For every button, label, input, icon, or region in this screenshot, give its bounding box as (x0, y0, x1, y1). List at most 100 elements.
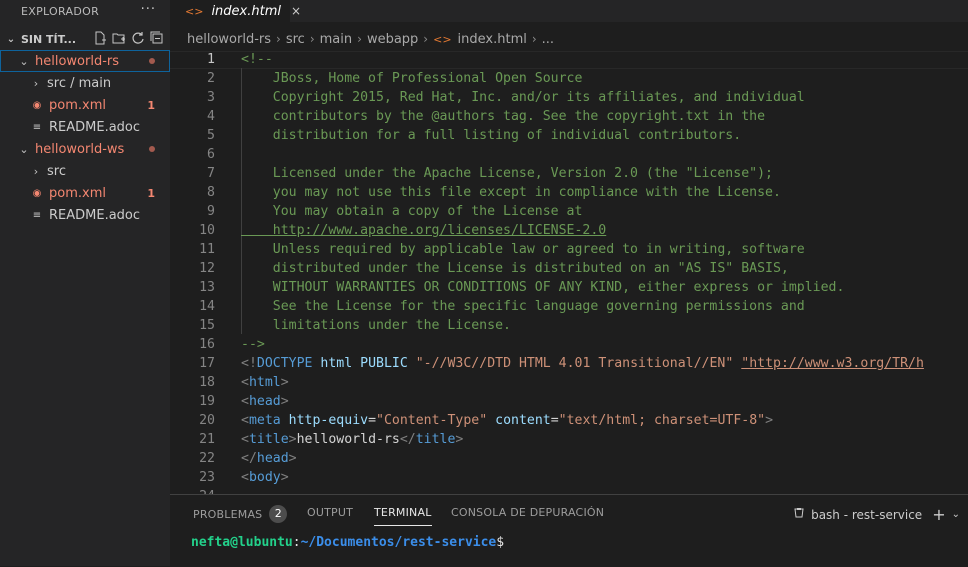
code-line: 23 <body> (170, 468, 968, 487)
html-file-icon: <> (433, 32, 452, 46)
close-icon[interactable]: × (291, 4, 301, 18)
code-text: --> (241, 337, 265, 352)
new-terminal-icon[interactable]: + (932, 505, 945, 524)
tree-file-pom-xml[interactable]: ◉ pom.xml 1 (0, 182, 170, 204)
line-number: 21 (199, 432, 215, 447)
code-editor[interactable]: 1 <!-- 2 JBoss, Home of Professional Open … (170, 50, 968, 494)
code-line: 18 <html> (170, 373, 968, 392)
line-number: 4 (207, 109, 215, 124)
breadcrumb-item[interactable]: webapp (367, 32, 418, 47)
chevron-right-icon: › (276, 32, 281, 46)
prompt-path: ~/Documentos/rest-service (300, 535, 497, 550)
bottom-panel: PROBLEMAS 2 OUTPUT TERMINAL CONSOLA DE DE… (170, 494, 968, 567)
collapse-all-icon[interactable] (150, 31, 164, 45)
error-count-badge: 1 (147, 186, 155, 200)
code-text: <head> (241, 394, 289, 409)
tab-index-html[interactable]: <> index.html × (170, 0, 301, 22)
new-file-icon[interactable] (93, 31, 107, 45)
code-line: 3 Copyright 2015, Red Hat, Inc. and/or i… (170, 88, 968, 107)
terminal-selector[interactable]: bash - rest-service (811, 508, 922, 522)
code-line: 8 you may not use this file except in co… (170, 183, 968, 202)
explorer-actions (93, 31, 164, 45)
chevron-down-icon: ⌄ (6, 33, 16, 45)
html-file-icon: <> (185, 4, 204, 18)
tab-output[interactable]: OUTPUT (307, 506, 353, 519)
code-line: 15 limitations under the License. (170, 316, 968, 335)
breadcrumb-item[interactable]: helloworld-rs (187, 32, 271, 47)
tree-item-label: README.adoc (49, 207, 141, 223)
panel-tabs: PROBLEMAS 2 OUTPUT TERMINAL CONSOLA DE DE… (170, 495, 968, 530)
code-text: Licensed under the Apache License, Versi… (241, 166, 773, 181)
tree-file-readme[interactable]: ≡ README.adoc (0, 116, 170, 138)
chevron-right-icon: › (357, 32, 362, 46)
line-number: 16 (199, 337, 215, 352)
code-text: WITHOUT WARRANTIES OR CONDITIONS OF ANY … (241, 280, 845, 295)
code-line: 2 JBoss, Home of Professional Open Sourc… (170, 69, 968, 88)
tree-folder-src-main[interactable]: › src / main (0, 72, 170, 94)
line-number: 24 (170, 487, 215, 494)
prompt-user: nefta@lubuntu (191, 535, 293, 550)
code-line: 13 WITHOUT WARRANTIES OR CONDITIONS OF A… (170, 278, 968, 297)
line-number: 17 (199, 356, 215, 371)
chevron-right-icon: › (423, 32, 429, 46)
tree-item-label: helloworld-rs (35, 53, 120, 69)
explorer-sidebar: EXPLORADOR ··· ⌄ SIN TÍT... ⌄ helloworld… (0, 0, 170, 566)
code-line: 21 <title>helloworld-rs</title> (170, 430, 968, 449)
tree-item-label: pom.xml (49, 97, 106, 113)
tree-file-readme[interactable]: ≡ README.adoc (0, 204, 170, 226)
terminal-prompt[interactable]: nefta@lubuntu:~/Documentos/rest-service$ (191, 535, 504, 550)
code-text: limitations under the License. (241, 318, 511, 333)
new-folder-icon[interactable] (112, 31, 126, 45)
code-text: You may obtain a copy of the License at (241, 204, 583, 219)
code-line: 14 See the License for the specific lang… (170, 297, 968, 316)
code-line: 24 (170, 487, 968, 494)
code-text: <meta http-equiv="Content-Type" content=… (241, 413, 774, 428)
line-number: 9 (207, 204, 215, 219)
code-text: Unless required by applicable law or agr… (241, 242, 805, 257)
code-line: 11 Unless required by applicable law or … (170, 240, 968, 259)
code-text: <title>helloworld-rs</title> (241, 432, 464, 447)
code-text: http://www.apache.org/licenses/LICENSE-2… (241, 223, 607, 238)
refresh-icon[interactable] (131, 31, 145, 45)
line-number: 2 (207, 71, 215, 86)
tab-terminal[interactable]: TERMINAL (374, 506, 432, 526)
breadcrumb-item[interactable]: ... (542, 32, 554, 47)
code-line: 16 --> (170, 335, 968, 354)
tab-problems[interactable]: PROBLEMAS 2 (193, 505, 288, 524)
code-text: </head> (241, 451, 297, 466)
tree-file-pom-xml[interactable]: ◉ pom.xml 1 (0, 94, 170, 116)
code-line: 17 <!DOCTYPE html PUBLIC "-//W3C//DTD HTM… (170, 354, 968, 373)
code-line: 10 http://www.apache.org/licenses/LICENS… (170, 221, 968, 240)
problems-count-badge: 2 (269, 505, 288, 523)
code-line: 9 You may obtain a copy of the License a… (170, 202, 968, 221)
breadcrumb-item[interactable]: main (320, 32, 352, 47)
chevron-down-icon[interactable]: ⌄ (952, 509, 960, 520)
breadcrumb-item[interactable]: src (286, 32, 305, 47)
code-line: 20 <meta http-equiv="Content-Type" conten… (170, 411, 968, 430)
line-number: 19 (199, 394, 215, 409)
tree-folder-helloworld-ws[interactable]: ⌄ helloworld-ws (0, 138, 170, 160)
code-line: 7 Licensed under the Apache License, Ver… (170, 164, 968, 183)
xml-file-icon: ◉ (32, 187, 42, 199)
breadcrumb: helloworld-rs › src › main › webapp › <>… (170, 28, 968, 50)
chevron-right-icon: › (33, 76, 39, 90)
tree-folder-helloworld-rs[interactable]: ⌄ helloworld-rs (0, 50, 170, 72)
code-text: you may not use this file except in comp… (241, 185, 781, 200)
code-line: 22 </head> (170, 449, 968, 468)
explorer-header: EXPLORADOR ··· (0, 0, 170, 22)
line-number: 22 (199, 451, 215, 466)
tab-debug-console[interactable]: CONSOLA DE DEPURACIÓN (451, 506, 604, 519)
line-number: 14 (199, 299, 215, 314)
tree-folder-src[interactable]: › src (0, 160, 170, 182)
code-line: 4 contributors by the @authors tag. See … (170, 107, 968, 126)
workspace-name: SIN TÍT... (21, 32, 77, 46)
prompt-colon: : (292, 535, 301, 550)
code-line: 6 (170, 145, 968, 164)
workspace-section-header[interactable]: ⌄ SIN TÍT... (0, 28, 170, 50)
line-number: 20 (199, 413, 215, 428)
more-actions-icon[interactable]: ··· (141, 2, 156, 17)
chevron-down-icon: ⌄ (19, 142, 29, 156)
prompt-symbol: $ (496, 535, 505, 550)
readme-file-icon: ≡ (32, 209, 42, 221)
breadcrumb-item[interactable]: index.html (458, 32, 527, 47)
